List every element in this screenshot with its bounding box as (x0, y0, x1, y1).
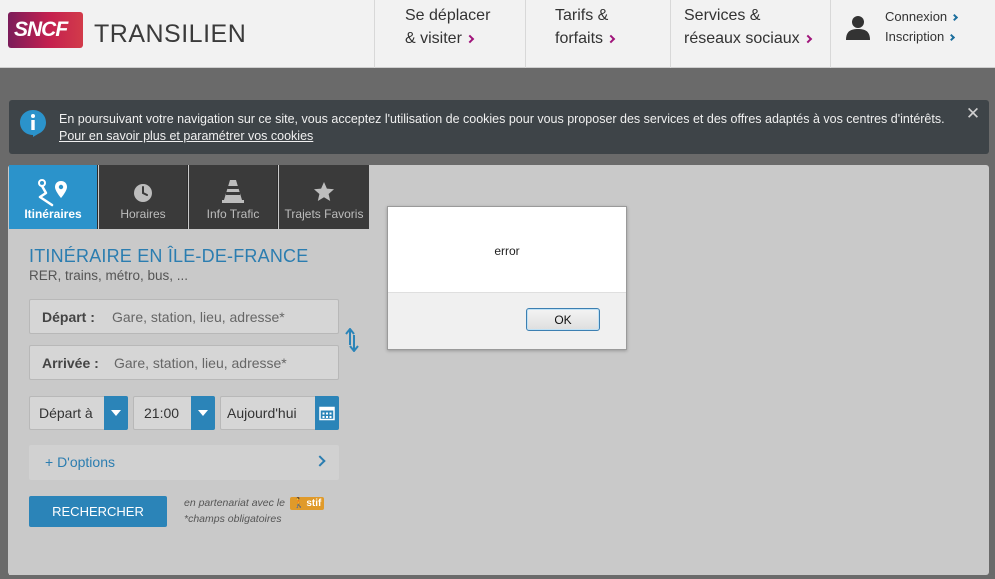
caret-down-icon (111, 410, 121, 416)
form-subtitle: RER, trains, métro, bus, ... (29, 268, 189, 283)
chevron-right-icon (314, 455, 326, 467)
tab-info-trafic[interactable]: Info Trafic (189, 165, 278, 229)
tab-bar: Itinéraires Horaires Info Trafic Trajets… (9, 165, 369, 229)
more-options-label: + D'options (45, 454, 115, 470)
chevron-right-icon (951, 13, 959, 22)
arrivee-input[interactable] (114, 348, 329, 377)
nav-tarifs[interactable]: Tarifs & forfaits (525, 0, 670, 68)
partner-note: en partenariat avec le 🚶stif (184, 497, 325, 510)
traffic-cone-icon (222, 180, 244, 203)
chevron-right-icon (803, 34, 812, 44)
alert-dialog: error OK (387, 206, 627, 350)
info-icon (20, 110, 46, 137)
route-icon (38, 179, 67, 207)
time-select[interactable]: 21:00 (133, 396, 215, 430)
tab-label: Itinéraires (24, 207, 82, 221)
dialog-message: error (494, 244, 520, 258)
date-picker[interactable]: Aujourd'hui (220, 396, 339, 430)
required-note: *champs obligatoires (184, 513, 282, 525)
tab-itineraires[interactable]: Itinéraires (9, 165, 98, 229)
signup-link[interactable]: Inscription (885, 29, 956, 44)
search-button[interactable]: RECHERCHER (29, 496, 167, 527)
nav-label-line2: réseaux sociaux (684, 30, 800, 47)
cookie-settings-link[interactable]: Pour en savoir plus et paramétrer vos co… (59, 129, 313, 143)
depart-label: Départ : (42, 309, 95, 325)
dropdown-button[interactable] (191, 396, 215, 430)
nav-services[interactable]: Services & réseaux sociaux (670, 0, 830, 68)
departure-mode-value: Départ à (39, 405, 93, 421)
time-value: 21:00 (144, 405, 180, 421)
star-icon (314, 182, 334, 201)
close-icon[interactable]: ✕ (965, 105, 981, 122)
signup-label: Inscription (885, 29, 945, 44)
sncf-logo[interactable]: SNCF (8, 12, 83, 48)
cookie-message: En poursuivant votre navigation sur ce s… (59, 112, 945, 126)
cookie-banner: En poursuivant votre navigation sur ce s… (9, 100, 989, 154)
account-area: Connexion Inscription (830, 0, 995, 68)
chevron-right-icon (606, 34, 616, 44)
login-label: Connexion (885, 9, 948, 24)
calendar-button[interactable] (315, 396, 339, 430)
caret-down-icon (198, 410, 208, 416)
ok-button[interactable]: OK (526, 308, 600, 331)
nav-se-deplacer[interactable]: Se déplacer & visiter (374, 0, 525, 68)
nav-label-line2: & visiter (405, 30, 462, 47)
more-options-toggle[interactable]: + D'options (29, 445, 339, 480)
swap-icon[interactable] (345, 328, 359, 352)
form-title: ITINÉRAIRE EN ÎLE-DE-FRANCE (29, 246, 309, 266)
arrivee-label: Arrivée : (42, 355, 99, 371)
login-link[interactable]: Connexion (885, 9, 959, 24)
chevron-right-icon (948, 33, 956, 42)
user-icon (846, 16, 870, 40)
logo-text: SNCF (14, 18, 68, 41)
site-header: SNCF TRANSILIEN Se déplacer & visiter Ta… (0, 0, 995, 68)
tab-label: Info Trafic (206, 207, 260, 221)
nav-label-line1: Tarifs & (555, 7, 609, 24)
depart-input[interactable] (112, 302, 327, 331)
tab-label: Trajets Favoris (284, 207, 364, 221)
partner-text: en partenariat avec le (184, 497, 285, 509)
clock-icon (134, 184, 152, 202)
dropdown-button[interactable] (104, 396, 128, 430)
nav-label-line1: Se déplacer (405, 7, 491, 24)
depart-field[interactable]: Départ : (29, 299, 339, 334)
dialog-body: error (388, 207, 626, 293)
chevron-right-icon (465, 34, 475, 44)
brand-name: TRANSILIEN (94, 20, 247, 48)
tab-label: Horaires (120, 207, 166, 221)
walker-icon: 🚶 (292, 498, 306, 509)
itinerary-form: ITINÉRAIRE EN ÎLE-DE-FRANCE RER, trains,… (9, 229, 359, 575)
stif-logo: 🚶stif (289, 497, 325, 510)
nav-label-line2: forfaits (555, 30, 604, 47)
tab-horaires[interactable]: Horaires (99, 165, 188, 229)
departure-mode-select[interactable]: Départ à (29, 396, 128, 430)
arrivee-field[interactable]: Arrivée : (29, 345, 339, 380)
calendar-icon (319, 406, 335, 421)
date-value: Aujourd'hui (227, 405, 297, 421)
nav-label-line1: Services & (684, 7, 761, 24)
tab-trajets-favoris[interactable]: Trajets Favoris (279, 165, 369, 229)
stif-label: stif (306, 498, 322, 509)
